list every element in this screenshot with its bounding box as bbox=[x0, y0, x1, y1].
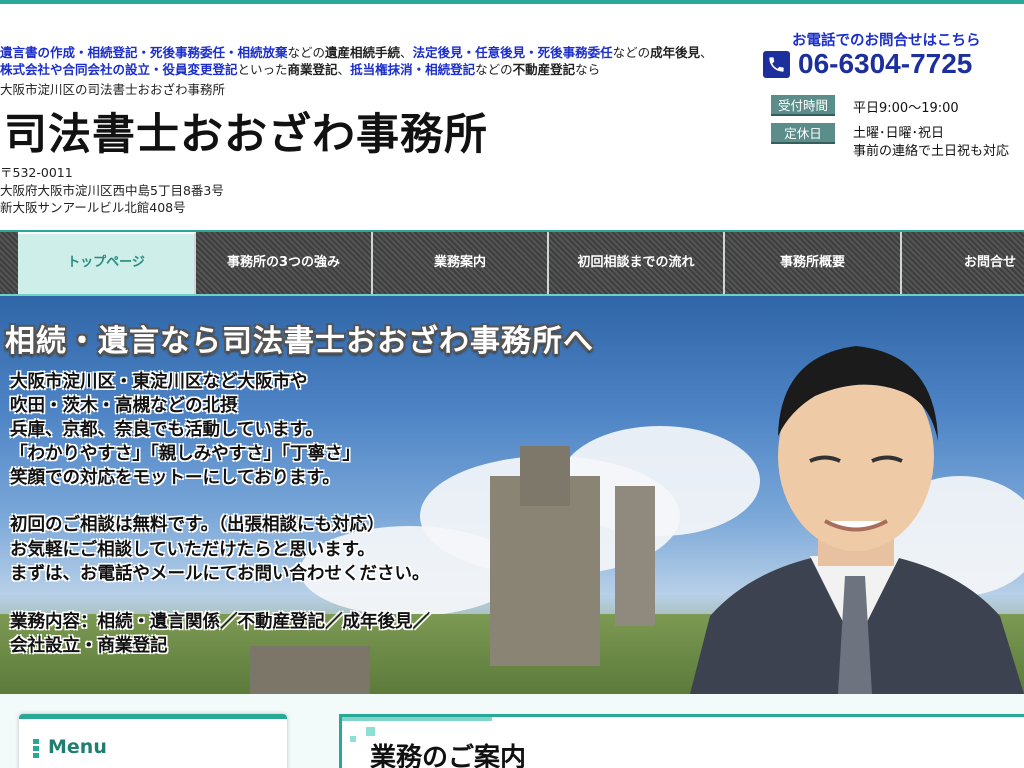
sidebar-menu: Menu bbox=[19, 714, 287, 768]
sidebar-menu-title: Menu bbox=[48, 736, 107, 758]
nav-item-strengths[interactable]: 事務所の3つの強み bbox=[196, 232, 373, 294]
intro-text-segment: といった bbox=[237, 62, 288, 77]
hero-text-line: お気軽にご相談していただけたらと思います。 bbox=[10, 540, 375, 560]
nav-item-contact[interactable]: お問合せ bbox=[902, 232, 1024, 294]
intro-line-1: 遺言書の作成・相続登記・死後事務委任・相続放棄などの遺産相続手続、法定後見・任意… bbox=[0, 44, 750, 61]
intro-text-segment: などの bbox=[612, 45, 651, 60]
castle-rubble bbox=[250, 646, 370, 694]
intro-service-link[interactable]: 株式会社や合同会社の設立・役員変更登記 bbox=[0, 62, 238, 77]
intro-text-segment: などの bbox=[475, 62, 513, 77]
section-title: 業務のご案内 bbox=[370, 743, 527, 768]
intro-text-segment: 、 bbox=[400, 45, 413, 60]
intro-text-segment: 成年後見 bbox=[650, 45, 701, 60]
castle-tower bbox=[520, 446, 570, 506]
intro-text-segment: 、 bbox=[337, 62, 351, 77]
menu-marker-icon bbox=[33, 739, 39, 759]
hero-text-line: 吹田・茨木・高槻などの北摂 bbox=[10, 396, 238, 416]
top-accent-line bbox=[0, 0, 1024, 4]
intro-service-link[interactable]: 遺言書の作成・相続登記・死後事務委任・相続放棄 bbox=[0, 45, 288, 60]
decor-square bbox=[350, 736, 356, 742]
closed-days-badge: 定休日 bbox=[771, 123, 835, 144]
lawyer-portrait bbox=[690, 346, 1024, 694]
hero-text-line: 会社設立・商業登記 bbox=[10, 636, 168, 656]
intro-service-link[interactable]: 法定後見・任意後見・死後事務委任 bbox=[413, 45, 613, 60]
hero-text-line: 大阪市淀川区・東淀川区など大阪市や bbox=[10, 372, 308, 392]
closed-days-line-1: 土曜･日曜･祝日 bbox=[853, 126, 945, 141]
site-tagline: 大阪市淀川区の司法書士おおざわ事務所 bbox=[0, 82, 226, 97]
intro-text-segment: なら bbox=[575, 62, 601, 77]
hero-banner: 相続・遺言なら司法書士おおざわ事務所へ 大阪市淀川区・東淀川区など大阪市や 吹田… bbox=[0, 296, 1024, 694]
content-stripe bbox=[342, 717, 492, 721]
intro-line-2: 株式会社や合同会社の設立・役員変更登記といった商業登記、抵当権抹消・相続登記など… bbox=[0, 61, 750, 78]
nav-item-top[interactable]: トップページ bbox=[18, 232, 196, 294]
hero-text-line: 兵庫、京都、奈良でも活動しています。 bbox=[10, 420, 323, 440]
closed-days-value: 土曜･日曜･祝日 事前の連絡で土日祝も対応 bbox=[853, 125, 1009, 161]
phone-number[interactable]: 06-6304-7725 bbox=[798, 48, 972, 80]
closed-days-line-2: 事前の連絡で土日祝も対応 bbox=[853, 144, 1010, 159]
hours-badge: 受付時間 bbox=[771, 95, 835, 116]
hero-text-line: まずは、お電話やメールにてお問い合わせください。 bbox=[10, 564, 430, 584]
nav-item-services[interactable]: 業務案内 bbox=[373, 232, 549, 294]
nav-item-office-profile[interactable]: 事務所概要 bbox=[725, 232, 902, 294]
hero-text-line: 「わかりやすさ」「親しみやすさ」「丁寧さ」 bbox=[10, 444, 360, 464]
site-title[interactable]: 司法書士おおざわ事務所 bbox=[4, 100, 488, 162]
phone-caption: お電話でのお問合せはこちら bbox=[792, 33, 981, 49]
office-address: 〒532-0011 大阪府大阪市淀川区西中島5丁目8番3号 新大阪サンアールビル… bbox=[0, 164, 224, 217]
intro-text-segment: 、 bbox=[700, 45, 713, 60]
hero-text-line: 業務内容：相続・遺言関係／不動産登記／成年後見／ bbox=[10, 612, 430, 632]
intro-text-segment: などの bbox=[287, 45, 326, 60]
intro-service-link[interactable]: 抵当権抹消・相続登記 bbox=[350, 62, 475, 77]
postal-code: 〒532-0011 bbox=[0, 165, 73, 180]
main-nav: トップページ 事務所の3つの強み 業務案内 初回相談までの流れ 事務所概要 お問… bbox=[0, 230, 1024, 296]
castle-wall bbox=[615, 486, 655, 626]
hero-text-line: 笑顔での対応をモットーにしております。 bbox=[10, 468, 340, 488]
address-line-2: 新大阪サンアールビル北館408号 bbox=[0, 200, 186, 215]
intro-text-segment: 不動産登記 bbox=[512, 62, 576, 77]
intro-text-segment: 商業登記 bbox=[287, 62, 338, 77]
hours-value: 平日9:00〜19:00 bbox=[853, 101, 959, 116]
hero-heading: 相続・遺言なら司法書士おおざわ事務所へ bbox=[5, 324, 594, 359]
hero-text-line: 初回のご相談は無料です。（出張相談にも対応） bbox=[10, 515, 385, 535]
phone-icon bbox=[763, 51, 790, 78]
intro-text: 遺言書の作成・相続登記・死後事務委任・相続放棄などの遺産相続手続、法定後見・任意… bbox=[0, 44, 750, 78]
address-line-1: 大阪府大阪市淀川区西中島5丁目8番3号 bbox=[0, 182, 224, 198]
intro-text-segment: 遺産相続手続 bbox=[325, 45, 401, 60]
decor-square bbox=[366, 727, 375, 736]
nav-item-consultation-flow[interactable]: 初回相談までの流れ bbox=[549, 232, 725, 294]
